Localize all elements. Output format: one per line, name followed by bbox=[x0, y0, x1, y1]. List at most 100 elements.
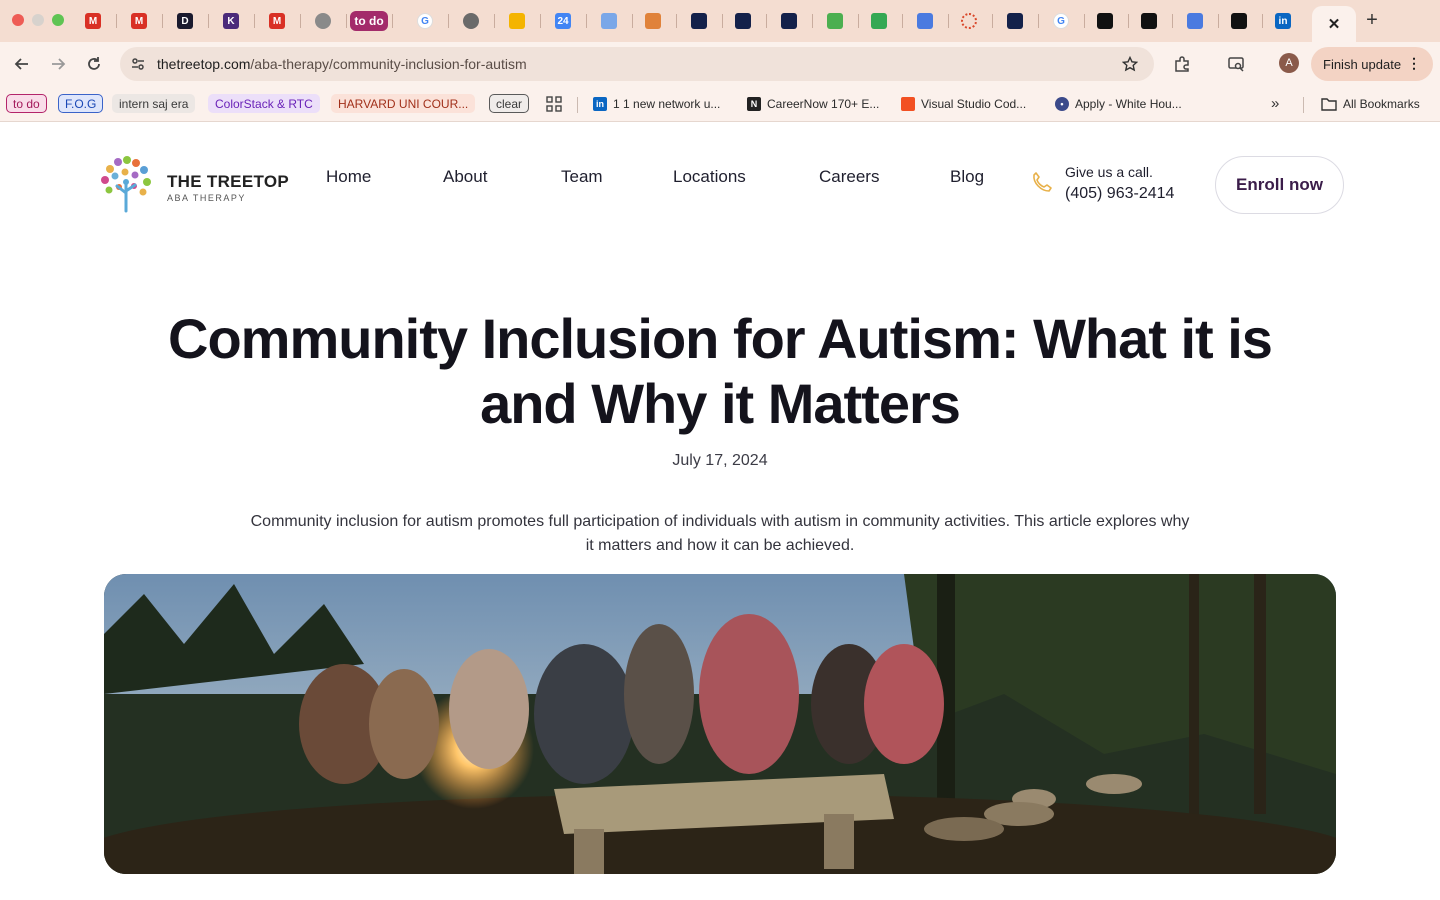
close-icon[interactable]: ✕ bbox=[1328, 15, 1341, 33]
bookmark-folder-chip[interactable]: F.O.G bbox=[58, 94, 104, 113]
browser-tab[interactable]: G bbox=[1040, 8, 1082, 34]
browser-tab[interactable] bbox=[948, 8, 990, 34]
todo-chip-icon: to do bbox=[350, 11, 388, 31]
cursor-icon bbox=[1141, 13, 1157, 29]
browser-tab[interactable] bbox=[1218, 8, 1260, 34]
tab-separator bbox=[766, 14, 767, 28]
browser-tab[interactable]: K bbox=[210, 8, 252, 34]
browser-tab[interactable] bbox=[302, 8, 344, 34]
bookmark-folder-chip[interactable]: HARVARD UNI COUR... bbox=[331, 94, 476, 113]
nav-team[interactable]: Team bbox=[561, 167, 603, 187]
more-vert-icon[interactable]: ⋮ bbox=[1407, 55, 1421, 72]
tab-separator bbox=[392, 14, 393, 28]
cast-button[interactable] bbox=[1224, 52, 1248, 76]
close-window-button[interactable] bbox=[12, 14, 24, 26]
browser-tab[interactable] bbox=[496, 8, 538, 34]
browser-tab[interactable]: G bbox=[404, 8, 446, 34]
nav-careers[interactable]: Careers bbox=[819, 167, 879, 187]
browser-tab[interactable] bbox=[1174, 8, 1216, 34]
bookmarks-bar: to do F.O.G intern saj era ColorStack & RTC… bbox=[0, 86, 1440, 122]
new-tab-button[interactable]: + bbox=[1362, 9, 1382, 31]
call-label: Give us a call. bbox=[1065, 164, 1153, 180]
bookmark-link-label: Apply - White Hou... bbox=[1075, 97, 1182, 111]
browser-tab[interactable] bbox=[632, 8, 674, 34]
browser-tab[interactable]: in bbox=[1262, 8, 1304, 34]
arrow-left-icon bbox=[14, 58, 28, 70]
browser-tab[interactable] bbox=[858, 8, 900, 34]
tab-separator bbox=[902, 14, 903, 28]
tab-strip: M M D K Mto do G 24 Gin ✕ + bbox=[0, 0, 1440, 42]
night-sky-icon bbox=[1007, 13, 1023, 29]
bookmark-folder-chip[interactable]: intern saj era bbox=[112, 94, 196, 113]
browser-tab[interactable] bbox=[994, 8, 1036, 34]
ring-icon bbox=[961, 13, 977, 29]
tab-separator bbox=[812, 14, 813, 28]
folder-icon bbox=[1321, 98, 1337, 111]
forward-button[interactable] bbox=[46, 52, 70, 76]
active-tab[interactable]: ✕ bbox=[1312, 6, 1356, 42]
bookmark-link[interactable]: in 1 1 new network u... bbox=[593, 95, 720, 113]
browser-tab[interactable] bbox=[450, 8, 492, 34]
browser-tab[interactable]: to do bbox=[348, 8, 390, 34]
address-bar[interactable]: thetreetop.com/aba-therapy/community-inc… bbox=[120, 47, 1154, 81]
calendar-icon: 24 bbox=[555, 13, 571, 29]
bookmark-star-icon[interactable] bbox=[1122, 56, 1138, 72]
browser-tab[interactable] bbox=[1084, 8, 1126, 34]
tab-separator bbox=[494, 14, 495, 28]
bookmark-folder-chip[interactable]: clear bbox=[489, 94, 530, 113]
browser-tab[interactable] bbox=[588, 8, 630, 34]
media-search-icon bbox=[1228, 57, 1244, 72]
classroom-icon bbox=[601, 13, 617, 29]
browser-tab[interactable]: M bbox=[72, 8, 114, 34]
nav-locations[interactable]: Locations bbox=[673, 167, 746, 187]
site-logo[interactable]: THE TREETOP ABA THERAPY bbox=[96, 155, 301, 213]
browser-tab[interactable] bbox=[768, 8, 810, 34]
browser-tab[interactable] bbox=[722, 8, 764, 34]
bookmarks-divider bbox=[577, 97, 578, 113]
maximize-window-button[interactable] bbox=[52, 14, 64, 26]
more-bookmarks-icon[interactable]: » bbox=[1271, 95, 1279, 112]
browser-tab[interactable]: 24 bbox=[542, 8, 584, 34]
linkedin-icon: in bbox=[1275, 13, 1291, 29]
browser-tab[interactable] bbox=[814, 8, 856, 34]
seal-icon: • bbox=[1055, 97, 1069, 111]
article-title: Community Inclusion for Autism: What it … bbox=[168, 307, 1273, 435]
reload-button[interactable] bbox=[82, 52, 106, 76]
browser-tab[interactable] bbox=[1128, 8, 1170, 34]
profile-avatar[interactable]: A bbox=[1279, 53, 1299, 73]
enroll-now-button[interactable]: Enroll now bbox=[1215, 156, 1344, 214]
nav-home[interactable]: Home bbox=[326, 167, 371, 187]
back-button[interactable] bbox=[10, 52, 34, 76]
site-settings-icon[interactable] bbox=[130, 56, 146, 72]
microsoft-icon bbox=[901, 97, 915, 111]
bookmark-link-label: CareerNow 170+ E... bbox=[767, 97, 880, 111]
bookmark-link[interactable]: Visual Studio Cod... bbox=[901, 95, 1026, 113]
hero-image bbox=[104, 574, 1336, 874]
browser-tab[interactable] bbox=[904, 8, 946, 34]
tab-separator bbox=[676, 14, 677, 28]
url-text[interactable]: thetreetop.com/aba-therapy/community-inc… bbox=[157, 56, 527, 72]
tab-separator bbox=[586, 14, 587, 28]
logo-subtitle: ABA THERAPY bbox=[167, 193, 246, 203]
browser-tab[interactable]: M bbox=[118, 8, 160, 34]
apps-grid-icon[interactable] bbox=[546, 96, 562, 117]
bookmark-link[interactable]: • Apply - White Hou... bbox=[1055, 95, 1182, 113]
browser-tab[interactable] bbox=[678, 8, 720, 34]
logo-name: THE TREETOP bbox=[167, 172, 290, 191]
globe-icon bbox=[463, 13, 479, 29]
tab-separator bbox=[448, 14, 449, 28]
linkedin-icon: in bbox=[593, 97, 607, 111]
finish-update-button[interactable]: Finish update ⋮ bbox=[1311, 47, 1433, 81]
browser-tab[interactable]: M bbox=[256, 8, 298, 34]
phone-number-link[interactable]: (405) 963-2414 bbox=[1065, 185, 1174, 203]
bookmark-link[interactable]: N CareerNow 170+ E... bbox=[747, 95, 879, 113]
all-bookmarks-button[interactable]: All Bookmarks bbox=[1321, 95, 1420, 113]
bookmark-folder-chip[interactable]: ColorStack & RTC bbox=[208, 94, 320, 113]
minimize-window-button[interactable] bbox=[32, 14, 44, 26]
extensions-button[interactable] bbox=[1170, 52, 1194, 76]
nav-about[interactable]: About bbox=[443, 167, 487, 187]
d-app-icon: D bbox=[177, 13, 193, 29]
nav-blog[interactable]: Blog bbox=[950, 167, 984, 187]
bookmark-folder-chip[interactable]: to do bbox=[6, 94, 47, 113]
browser-tab[interactable]: D bbox=[164, 8, 206, 34]
